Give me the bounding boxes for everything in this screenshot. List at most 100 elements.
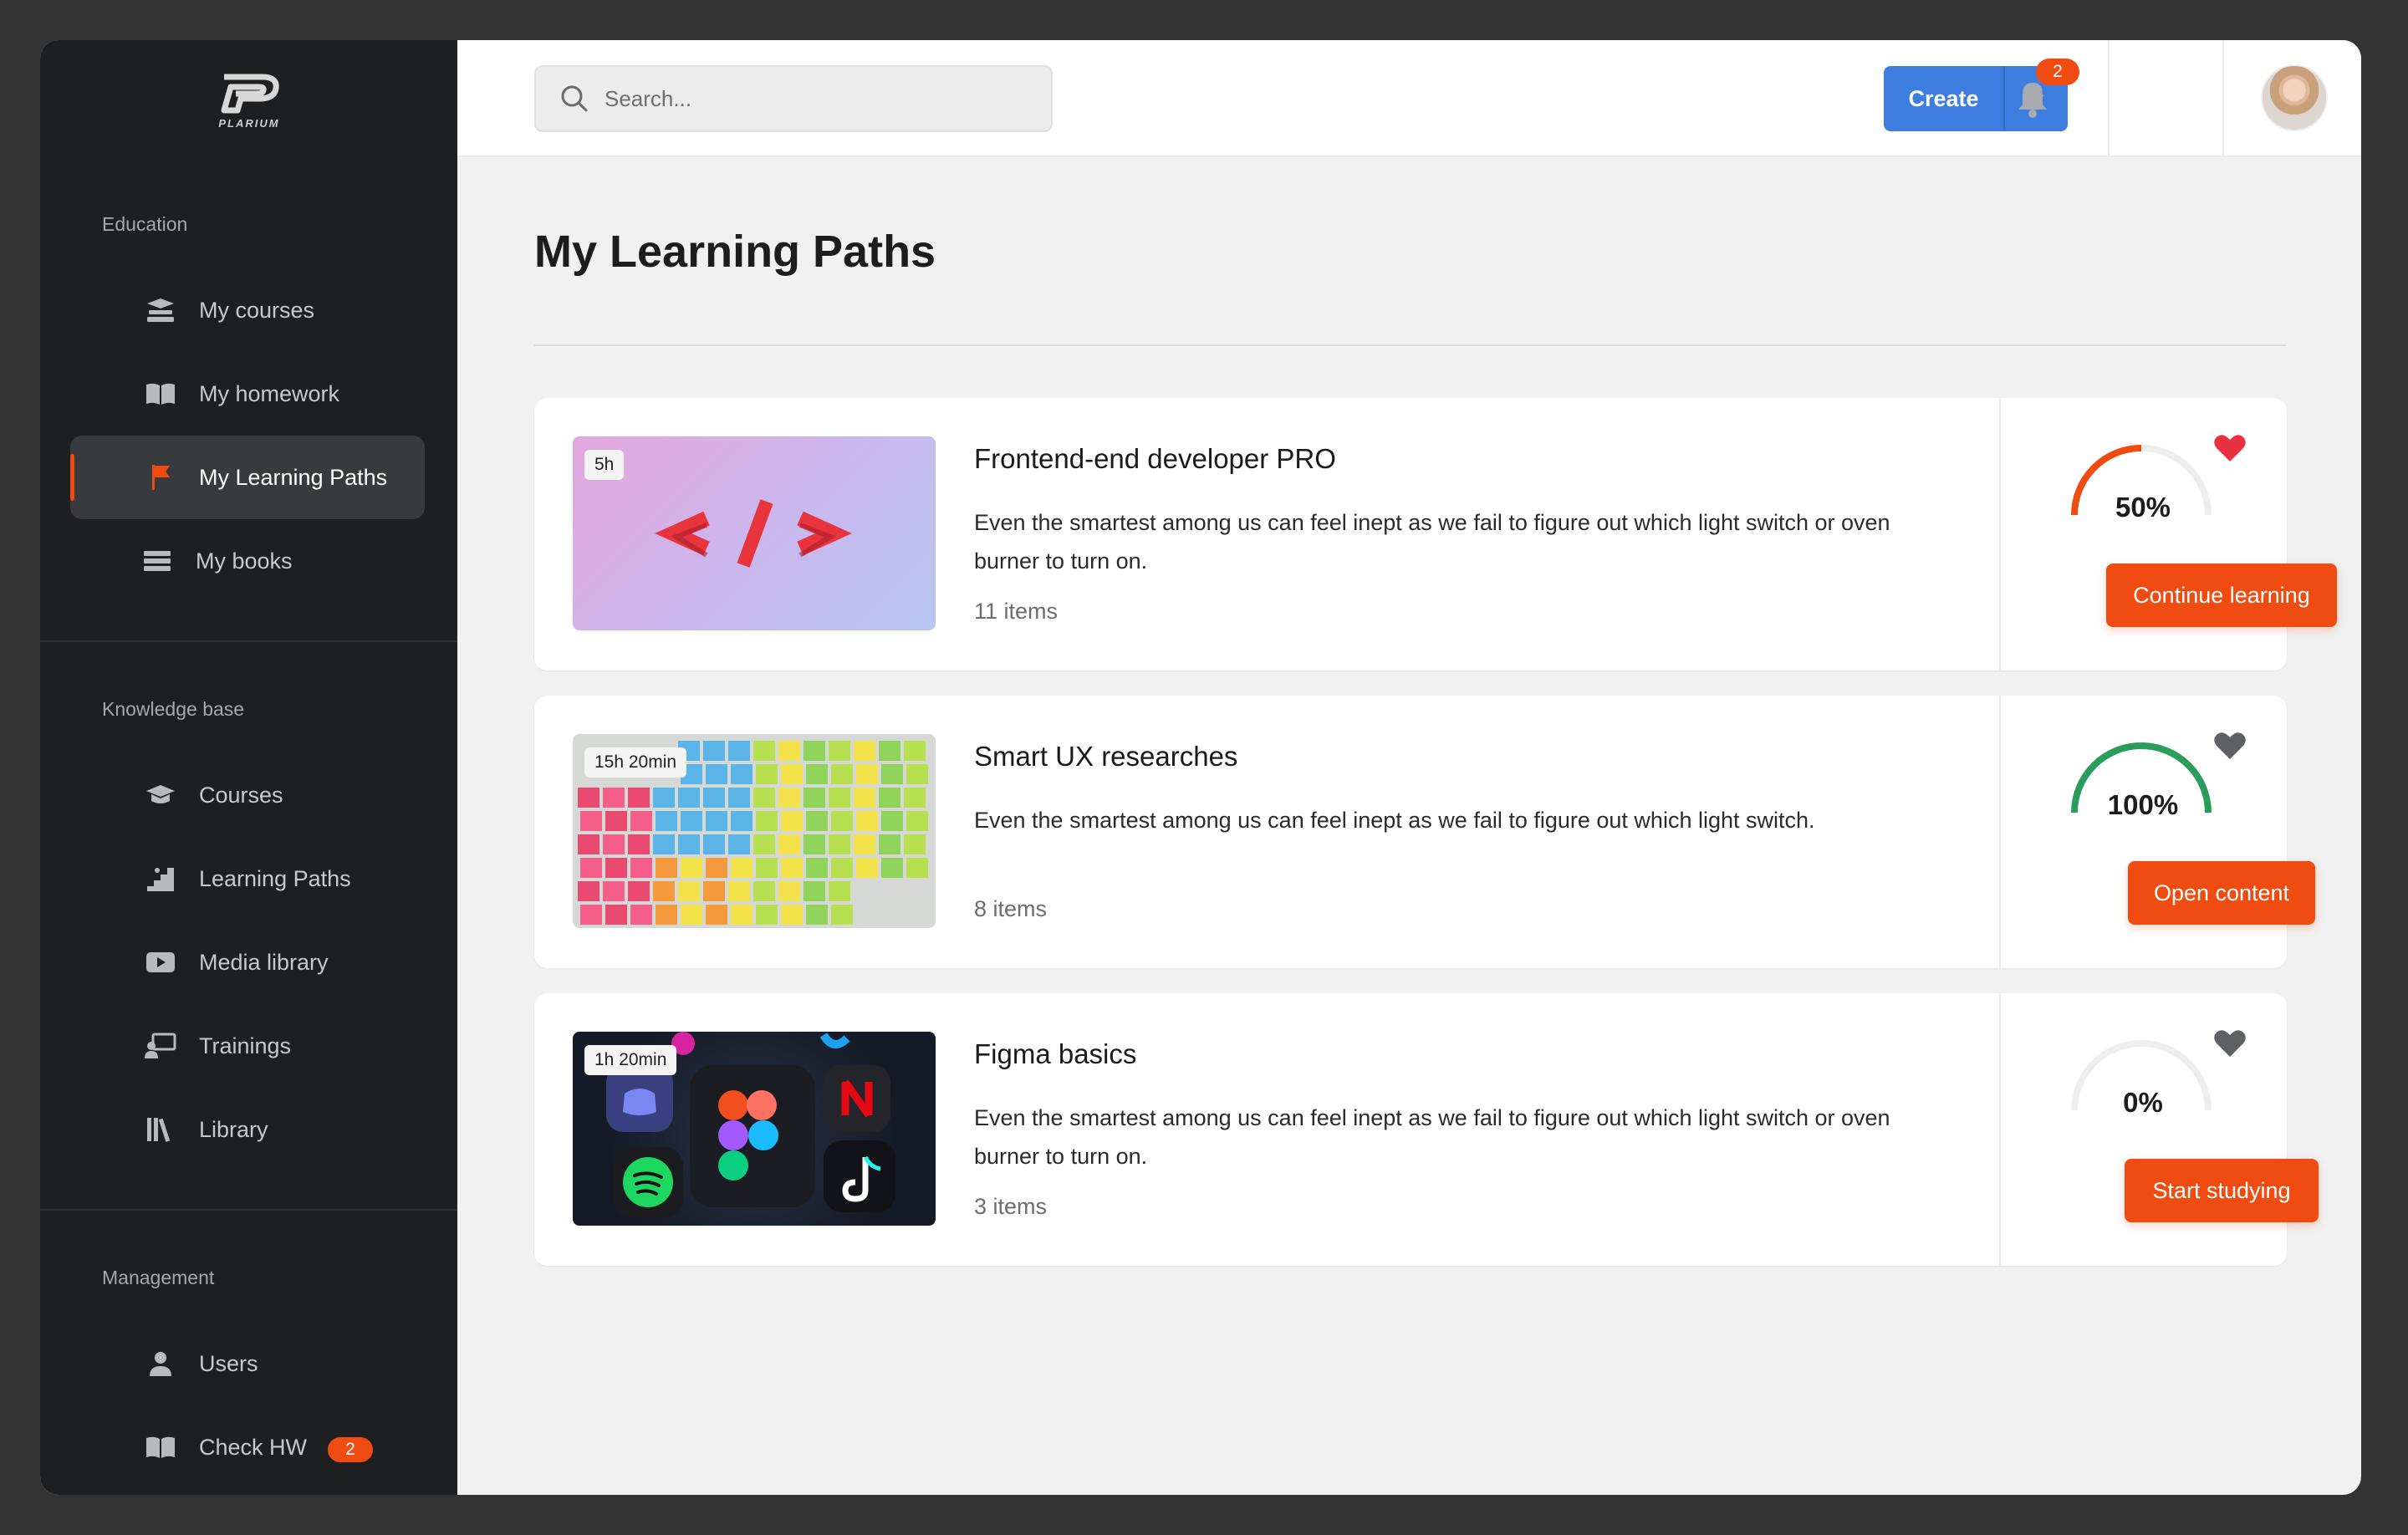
sticky-note [630,905,652,925]
sticky-note [879,741,900,761]
section-label-knowledge-base: Knowledge base [102,698,245,720]
sticky-note [781,811,803,831]
sticky-note [753,741,775,761]
duration-badge: 1h 20min [584,1045,677,1075]
notification-count-badge: 2 [2036,59,2079,85]
sticky-note [781,764,803,784]
sticky-note [856,764,878,784]
sidebar-item-library[interactable]: Library [70,1088,425,1171]
sticky-note [703,788,725,808]
sidebar-item-users[interactable]: Users [70,1322,425,1405]
sticky-note [856,858,878,878]
sticky-note [703,741,725,761]
path-description: Even the smartest among us can feel inep… [974,1105,1890,1169]
sticky-note [806,811,828,831]
library-books-icon [144,1113,177,1146]
sidebar-item-label: Users [199,1350,258,1376]
progress-percent: 0% [2123,1087,2163,1118]
search-box[interactable] [534,65,1053,132]
sidebar-item-courses[interactable]: Courses [70,753,425,837]
sticky-note [879,834,900,854]
sticky-note [728,834,750,854]
sticky-note [804,741,825,761]
duration-badge: 5h [584,450,625,480]
sticky-note [706,858,727,878]
sticky-note [778,881,800,901]
sticky-note [678,788,700,808]
sticky-note [728,881,750,901]
learning-path-card: 1h 20min Figma basics Even the smartest … [534,993,2319,1266]
sticky-note [653,881,675,901]
sidebar-item-my-learning-paths[interactable]: My Learning Paths [70,436,425,519]
start-studying-button[interactable]: Start studying [2125,1159,2319,1222]
sticky-note [778,741,800,761]
sticky-note [904,788,926,808]
sticky-note [831,764,853,784]
code-tag-thumbnail[interactable]: 5h [573,436,936,630]
sidebar-item-my-books[interactable]: My books [70,519,425,603]
sticky-note [879,788,900,808]
sidebar-item-my-courses[interactable]: My courses [70,268,425,352]
user-avatar[interactable] [2261,64,2328,131]
path-title[interactable]: Figma basics [974,1038,1136,1070]
sidebar-item-check-hw[interactable]: Check HW 2 [70,1405,425,1489]
sticky-note [603,881,625,901]
sticky-note [781,905,803,925]
sidebar-item-media-library[interactable]: Media library [70,920,425,1004]
create-button[interactable]: Create [1884,66,2005,131]
section-label-education: Education [102,213,188,235]
notification-bell-icon[interactable] [2014,79,2051,120]
sticky-note [678,881,700,901]
sticky-note [806,905,828,925]
sticky-note [681,905,702,925]
sticky-note [653,788,675,808]
sidebar-divider [40,1209,457,1211]
sidebar-item-label: Media library [199,949,329,975]
sticky-note [756,764,778,784]
list-lines-icon [140,544,174,578]
favorite-heart-icon[interactable] [2213,433,2247,463]
sticky-note [756,858,778,878]
sticky-notes-thumbnail[interactable]: 15h 20min [573,734,936,928]
sticky-note [778,834,800,854]
sticky-note [829,834,850,854]
sidebar-item-my-homework[interactable]: My homework [70,352,425,436]
sticky-note [656,905,677,925]
search-icon [561,85,588,112]
favorite-heart-icon[interactable] [2213,1028,2247,1058]
sticky-note [628,881,650,901]
sticky-note [804,834,825,854]
duration-badge: 15h 20min [584,747,687,778]
section-label-management: Management [102,1267,215,1288]
title-divider [534,344,2287,346]
sticky-note [706,764,727,784]
presentation-icon [144,1029,177,1063]
continue-learning-button[interactable]: Continue learning [2106,564,2337,627]
graduation-cap-icon [144,778,177,812]
sticky-note [578,881,599,901]
learning-path-card: 5h Frontend-end developer PRO Even the s… [534,398,2337,671]
sticky-note [781,858,803,878]
search-input[interactable] [605,85,1006,112]
progress-percent: 50% [2115,492,2171,523]
sticky-note [831,905,853,925]
sticky-note [653,834,675,854]
open-content-button[interactable]: Open content [2128,861,2315,925]
brand-logo[interactable]: PLARIUM [207,72,291,139]
card-divider [1999,993,2001,1266]
sidebar-item-label: My homework [199,380,340,406]
sticky-note [829,788,850,808]
sticky-note [628,834,650,854]
sidebar-item-trainings[interactable]: Trainings [70,1004,425,1088]
check-hw-count-badge: 2 [328,1437,373,1462]
sidebar-item-label: Learning Paths [199,865,351,891]
open-book-icon [144,377,177,411]
sticky-note [603,788,625,808]
sticky-note [753,788,775,808]
favorite-heart-icon[interactable] [2213,731,2247,761]
main-content: Create 2 My Learning Paths [457,40,2361,1495]
path-title[interactable]: Frontend-end developer PRO [974,443,1336,475]
path-title[interactable]: Smart UX researches [974,741,1237,773]
app-icons-thumbnail[interactable]: 1h 20min [573,1032,936,1226]
sidebar-item-learning-paths[interactable]: Learning Paths [70,837,425,920]
